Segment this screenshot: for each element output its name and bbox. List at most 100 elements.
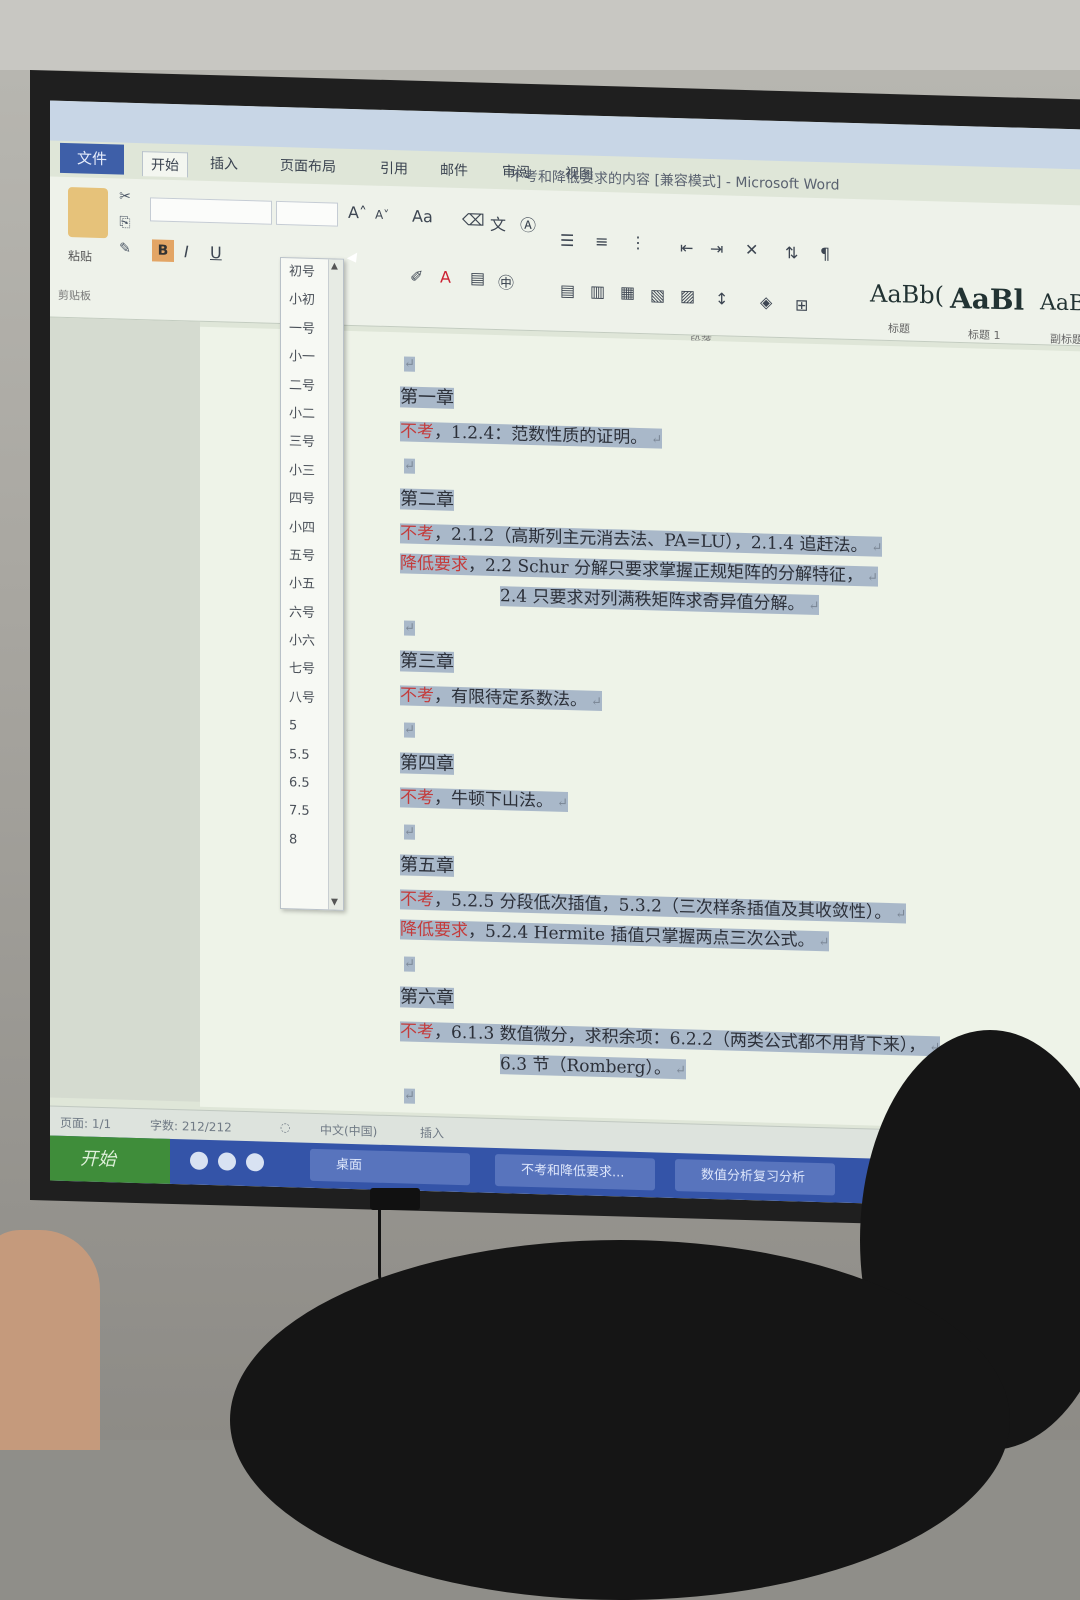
chapter-title: 第三章 — [400, 650, 454, 673]
bold-button[interactable]: B — [152, 239, 174, 263]
underline-button[interactable]: U — [210, 243, 222, 262]
quicklaunch-icon-1[interactable] — [190, 1151, 208, 1170]
start-button[interactable]: 开始 — [50, 1135, 170, 1184]
word-window: 文件 开始 插入 页面布局 引用 邮件 审阅 视图 不考和降低要求的内容 [兼容… — [50, 100, 1080, 1210]
status-language[interactable]: 中文(中国) — [320, 1121, 377, 1140]
dropdown-scrollbar[interactable]: ▲ ▼ — [328, 259, 343, 910]
quicklaunch-icon-3[interactable] — [246, 1153, 264, 1172]
requirement-label: 降低要求 — [400, 919, 468, 942]
requirement-label: 不考 — [400, 889, 434, 911]
style-title-preview[interactable]: AaBb( — [870, 279, 944, 309]
enclosed-char-icon[interactable]: ㊥ — [498, 269, 514, 293]
status-words[interactable]: 字数: 212/212 — [150, 1116, 232, 1135]
decrease-indent-icon[interactable]: ⇤ — [680, 238, 693, 257]
chapter-title: 第五章 — [400, 854, 454, 877]
chapter-heading: 第二章 — [400, 484, 454, 512]
font-color-button[interactable]: A — [440, 267, 451, 286]
taskbar-item-desktop[interactable]: 桌面 — [310, 1148, 470, 1186]
line-text: ，1.2.4：范数性质的证明。 — [434, 422, 648, 449]
document-line: 不考，牛顿下山法。 ↵ — [400, 782, 568, 813]
line-spacing-icon[interactable]: ↕ — [715, 289, 728, 308]
scroll-up-icon[interactable]: ▲ — [331, 261, 338, 271]
paragraph-mark-icon: ↵ — [895, 907, 907, 923]
distributed-icon[interactable]: ▨ — [680, 286, 695, 305]
taskbar-item-folder[interactable]: 数值分析复习分析 — [675, 1159, 835, 1196]
font-size-box[interactable] — [276, 200, 338, 227]
paste-button[interactable] — [68, 187, 108, 239]
projection-screen-frame: 文件 开始 插入 页面布局 引用 邮件 审阅 视图 不考和降低要求的内容 [兼容… — [30, 70, 1080, 1230]
justify-icon[interactable]: ▧ — [650, 285, 665, 304]
clipboard-group: 粘贴 ✂ ⎘ ✎ 剪贴板 — [58, 177, 148, 320]
requirement-label: 不考 — [400, 1021, 434, 1043]
requirement-label: 不考 — [400, 523, 434, 545]
scroll-down-icon[interactable]: ▼ — [331, 897, 338, 907]
copy-icon[interactable]: ⎘ — [116, 214, 134, 231]
quicklaunch-icon-2[interactable] — [218, 1152, 236, 1171]
tab-page-layout[interactable]: 页面布局 — [280, 155, 336, 177]
char-border-icon[interactable]: Ⓐ — [520, 212, 536, 236]
paragraph-mark-icon: ↵ — [808, 598, 820, 615]
style-subtitle-preview[interactable]: AaBb — [1040, 290, 1080, 317]
ribbon-home: 粘贴 ✂ ⎘ ✎ 剪贴板 A˄ A˅ Aa ⌫ 文 Ⓐ B I U ✐ A ▤ … — [50, 176, 1080, 379]
line-text: ，有限待定系数法。 — [434, 686, 587, 711]
paragraph-mark-icon: ↵ — [591, 694, 602, 710]
chapter-heading: 第六章 — [400, 982, 454, 1010]
grow-font-button[interactable]: A˄ — [348, 203, 367, 223]
shading-icon[interactable]: ◈ — [760, 292, 772, 311]
requirement-label: 不考 — [400, 685, 434, 707]
sort-icon[interactable]: ⇅ — [785, 243, 798, 262]
cut-icon[interactable]: ✂ — [116, 188, 134, 205]
phonetic-icon[interactable]: 文 — [490, 211, 506, 235]
format-painter-icon[interactable]: ✎ — [116, 240, 134, 257]
paragraph-mark-icon: ↵ — [675, 1063, 686, 1079]
numbering-icon[interactable]: ≡ — [595, 232, 608, 251]
blank-paragraph-mark: ↵ — [404, 356, 415, 372]
blank-paragraph-mark: ↵ — [404, 1088, 415, 1104]
tab-mailings[interactable]: 邮件 — [440, 159, 468, 180]
multilevel-list-icon[interactable]: ⋮ — [630, 233, 646, 252]
style-heading1-preview[interactable]: AaBl — [950, 282, 1024, 317]
status-mode[interactable]: 插入 — [420, 1124, 444, 1142]
borders-icon[interactable]: ⊞ — [795, 295, 808, 314]
clear-format-icon[interactable]: ⌫ — [462, 210, 485, 230]
align-right-icon[interactable]: ▦ — [620, 282, 635, 301]
line-text: ，牛顿下山法。 — [434, 788, 553, 812]
ceiling — [0, 0, 1080, 70]
tab-insert[interactable]: 插入 — [210, 153, 238, 174]
change-case-button[interactable]: Aa — [412, 207, 433, 227]
show-marks-icon[interactable]: ¶ — [820, 244, 830, 263]
chinese-layout-icon[interactable]: ✕ — [745, 240, 758, 259]
align-center-icon[interactable]: ▥ — [590, 282, 605, 301]
paste-label: 粘贴 — [68, 249, 93, 264]
chapter-heading: 第三章 — [400, 646, 454, 674]
tab-home[interactable]: 开始 — [142, 151, 188, 178]
quick-access-toolbar — [50, 100, 1080, 170]
shrink-font-button[interactable]: A˅ — [375, 208, 389, 222]
requirement-label: 降低要求 — [400, 553, 468, 576]
style-subtitle-name: 副标题 — [1050, 332, 1080, 347]
font-name-box[interactable] — [150, 197, 272, 225]
audience-head-front — [230, 1240, 1010, 1600]
paragraph-mark-icon: ↵ — [818, 935, 830, 951]
tab-references[interactable]: 引用 — [380, 158, 408, 179]
chapter-title: 第六章 — [400, 986, 454, 1009]
align-left-icon[interactable]: ▤ — [560, 281, 575, 300]
font-size-dropdown[interactable]: 初号 小初 一号 小一 二号 小二 三号 小三 四号 小四 五号 小五 六号 小六 七号 八号 5 5.5 6.5 7… — [280, 256, 344, 911]
chapter-heading: 第五章 — [400, 850, 454, 878]
highlight-icon[interactable]: ✐ — [410, 267, 423, 286]
proofing-icon[interactable]: ◌ — [280, 1120, 290, 1134]
bullets-icon[interactable]: ☰ — [560, 231, 574, 250]
italic-button[interactable]: I — [184, 242, 189, 261]
audience-hand — [0, 1230, 100, 1450]
document-line: 2.4 只要求对列满秩矩阵求奇异值分解。 ↵ — [500, 581, 820, 616]
blank-paragraph-mark: ↵ — [404, 458, 415, 474]
increase-indent-icon[interactable]: ⇥ — [710, 239, 723, 258]
blank-paragraph-mark: ↵ — [404, 620, 415, 636]
status-page[interactable]: 页面: 1/1 — [60, 1114, 111, 1132]
paragraph-mark-icon: ↵ — [651, 432, 663, 448]
document-line: 不考，有限待定系数法。 ↵ — [400, 680, 602, 711]
chapter-heading: 第四章 — [400, 748, 454, 776]
taskbar-item-word[interactable]: 不考和降低要求... — [495, 1153, 655, 1191]
char-shading-icon[interactable]: ▤ — [470, 268, 485, 287]
file-tab[interactable]: 文件 — [60, 142, 124, 175]
